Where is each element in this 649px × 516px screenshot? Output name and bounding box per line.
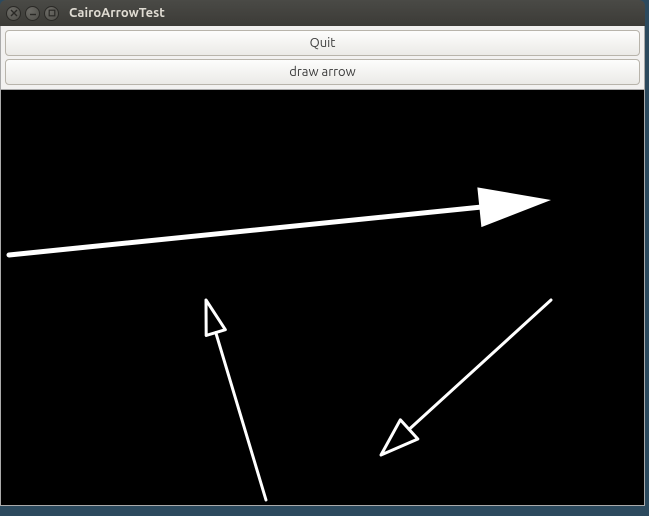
window-controls xyxy=(6,6,59,21)
close-icon[interactable] xyxy=(6,6,21,21)
minimize-icon[interactable] xyxy=(25,6,40,21)
arrow-large-head xyxy=(477,187,551,227)
toolbar: Quit draw arrow xyxy=(0,26,645,90)
draw-arrow-button[interactable]: draw arrow xyxy=(5,59,640,85)
application-window: CairoArrowTest Quit draw arrow xyxy=(0,0,645,506)
arrow-up-shaft xyxy=(216,333,266,500)
quit-button[interactable]: Quit xyxy=(5,30,640,56)
arrow-up-head xyxy=(206,300,225,335)
drawing-canvas xyxy=(1,90,644,505)
window-title: CairoArrowTest xyxy=(69,6,165,20)
maximize-icon[interactable] xyxy=(44,6,59,21)
canvas-container xyxy=(0,90,645,506)
arrow-down-shaft xyxy=(409,300,551,429)
titlebar: CairoArrowTest xyxy=(0,0,645,26)
arrow-large-shaft xyxy=(9,207,479,255)
